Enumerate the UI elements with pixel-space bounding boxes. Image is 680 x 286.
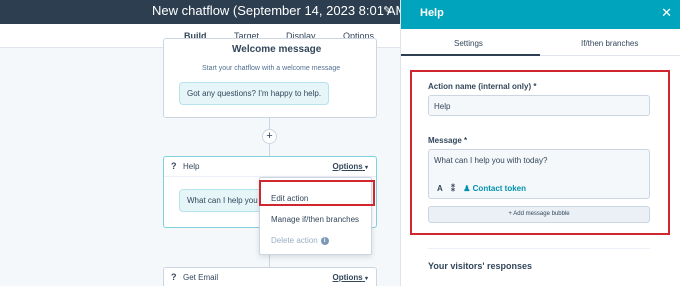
close-icon[interactable]: ✕ xyxy=(661,5,672,21)
chevron-down-icon: ▾ xyxy=(364,276,368,282)
edit-pencil-icon[interactable]: ✎ xyxy=(383,4,392,17)
card-title: Help xyxy=(183,162,200,171)
welcome-card[interactable]: Welcome message Start your chatflow with… xyxy=(163,38,377,118)
tab-if-then-branches[interactable]: If/then branches xyxy=(581,39,638,48)
info-icon: i xyxy=(320,236,329,245)
tab-settings[interactable]: Settings xyxy=(454,39,483,48)
panel-header: Help ✕ xyxy=(401,0,680,29)
welcome-subtitle: Start your chatflow with a welcome messa… xyxy=(202,65,341,72)
welcome-bubble: Got any questions? I'm happy to help. xyxy=(179,82,330,105)
highlight-settings-area xyxy=(410,70,670,235)
options-menu-button[interactable]: Options ▾ xyxy=(333,273,368,282)
menu-item-delete-action[interactable]: Delete action i xyxy=(271,236,329,245)
card-title: Get Email xyxy=(183,273,219,282)
question-icon: ? xyxy=(171,161,177,171)
chevron-down-icon: ▾ xyxy=(364,165,368,171)
panel-title: Help xyxy=(420,7,444,19)
connector-line xyxy=(269,118,270,129)
card-header: ? Help Options ▾ xyxy=(164,157,376,177)
options-menu-button[interactable]: Options ▾ xyxy=(333,162,368,171)
chatflow-title: New chatflow (September 14, 2023 8:01 AM… xyxy=(152,3,411,18)
get-email-card[interactable]: ? Get Email Options ▾ xyxy=(163,267,377,286)
menu-item-manage-branches[interactable]: Manage if/then branches xyxy=(271,215,359,224)
connector-line xyxy=(269,144,270,156)
active-tab-indicator xyxy=(401,54,540,56)
help-bubble: What can I help you xyxy=(179,189,266,212)
add-action-plus-icon[interactable]: + xyxy=(262,129,277,144)
top-bar: New chatflow (September 14, 2023 8:01 AM… xyxy=(0,0,411,24)
card-header: ? Get Email Options ▾ xyxy=(164,268,376,286)
highlight-edit-action xyxy=(259,180,375,206)
panel-tabs: Settings If/then branches xyxy=(401,29,680,56)
welcome-title: Welcome message xyxy=(232,44,322,55)
question-icon: ? xyxy=(171,272,177,282)
